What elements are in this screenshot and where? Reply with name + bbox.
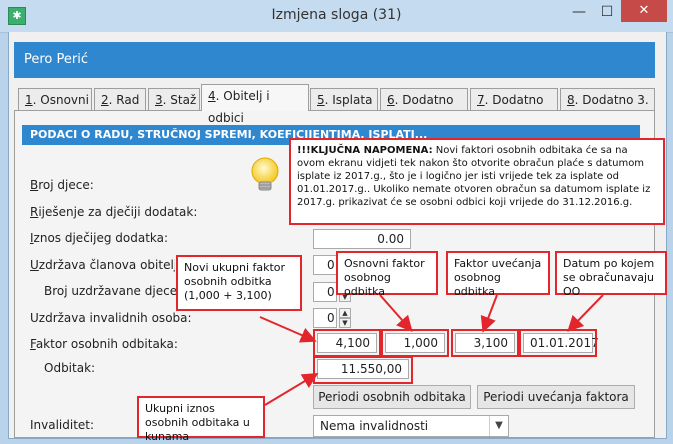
spin-down-icon[interactable]: ▼ (339, 318, 351, 328)
tab-isplata[interactable]: 5. Isplata (310, 88, 378, 110)
close-button[interactable]: ✕ (621, 0, 667, 22)
lightbulb-icon (251, 157, 279, 191)
label-rjesenje: Riješenje za dječiji dodatak: (30, 205, 198, 219)
highlight-odbitak (313, 356, 413, 384)
tab-rad[interactable]: 2. Rad (94, 88, 146, 110)
callout-ukupni: Ukupni iznos osobnih odbitaka u kunama (137, 396, 265, 443)
minimize-button[interactable]: — (566, 3, 592, 23)
label-iznos-dodatka: Iznos dječijeg dodatka: (30, 231, 169, 245)
callout-novi-faktor: Novi ukupni faktor osobnih odbitka (1,00… (176, 255, 302, 311)
chevron-down-icon[interactable]: ▼ (489, 416, 508, 436)
label-invalidnih-osoba: Uzdržava invalidnih osoba: (30, 311, 192, 325)
label-uzdrzava-clanova: Uzdržava članova obitelji: (30, 258, 175, 272)
key-note-callout: !!!KLJUČNA NAPOMENA: Novi faktori osobni… (289, 138, 665, 225)
invaliditet-select-value: Nema invalidnosti (320, 419, 429, 433)
highlight-uvecanja (451, 329, 519, 357)
callout-datum: Datum po kojem se obračunavaju OO (555, 251, 667, 298)
broj-uzdrzavane-field[interactable]: 0 (313, 282, 337, 302)
employee-banner: Pero Perić (14, 42, 655, 78)
highlight-total (313, 329, 381, 357)
invaliditet-select[interactable]: Nema invalidnosti ▼ (313, 415, 509, 437)
label-invaliditet: Invaliditet: (30, 418, 95, 432)
label-broj-djece: Broj djece: (30, 178, 94, 192)
label-broj-uzdrzavane: Broj uzdržavane djece: (44, 284, 182, 298)
invalidnih-osoba-field[interactable]: 0 (313, 308, 337, 328)
iznos-dodatka-field[interactable]: 0.00 (313, 229, 411, 249)
tab-obitelj-i-odbici[interactable]: 4. Obitelj i odbici (201, 84, 309, 125)
tab-dodatno-2[interactable]: 7. Dodatno 2. (470, 88, 558, 129)
label-faktor: Faktor osobnih odbitaka: (30, 337, 178, 351)
employee-name: Pero Perić (24, 52, 88, 67)
highlight-osnovni (381, 329, 449, 357)
uzdrzava-clanova-field[interactable]: 0 (313, 255, 337, 275)
callout-uvecanja: Faktor uvećanja osobnog odbitka (446, 251, 550, 298)
periodi-uvecanja-faktora-button[interactable]: Periodi uvećanja faktora (477, 385, 635, 409)
tab-osnovni[interactable]: 1. Osnovni (18, 88, 92, 110)
periodi-osobnih-odbitaka-button[interactable]: Periodi osobnih odbitaka (313, 385, 471, 409)
tab-dodatno-3[interactable]: 8. Dodatno 3. (560, 88, 655, 110)
label-odbitak: Odbitak: (44, 361, 96, 375)
key-note-title: !!!KLJUČNA NAPOMENA: (297, 145, 433, 156)
highlight-datum (519, 329, 597, 357)
spin-up-icon[interactable]: ▲ (339, 308, 351, 318)
tab-dodatno-1[interactable]: 6. Dodatno 1. (380, 88, 468, 129)
callout-osnovni: Osnovni faktor osobnog odbitka (336, 251, 438, 298)
tab-staz[interactable]: 3. Staž (148, 88, 200, 110)
maximize-button[interactable]: ☐ (594, 3, 620, 23)
